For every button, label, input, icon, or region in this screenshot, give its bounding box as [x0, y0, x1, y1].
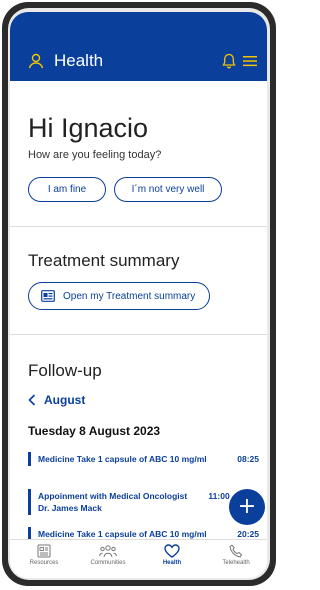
not-very-well-button[interactable]: I´m not very well: [114, 177, 222, 202]
month-label: August: [44, 393, 86, 407]
resources-icon: [37, 544, 51, 558]
divider: [10, 226, 267, 227]
tab-telehealth[interactable]: Telehealth: [204, 544, 267, 566]
event-title: Medicine Take 1 capsule of ABC 10 mg/ml: [38, 529, 207, 539]
tab-health[interactable]: Health: [140, 544, 204, 566]
heart-icon: [164, 544, 180, 558]
event-item[interactable]: Medicine Take 1 capsule of ABC 10 mg/ml …: [28, 452, 259, 466]
chevron-left-icon[interactable]: [28, 394, 36, 406]
plus-icon: +: [237, 494, 257, 519]
followup-title: Follow-up: [28, 361, 102, 380]
app-screen: Health Hi Ignacio How are you feeling to…: [10, 12, 267, 578]
tab-resources[interactable]: Resources: [12, 544, 76, 566]
main-content: Hi Ignacio How are you feeling today? I …: [10, 81, 267, 539]
divider: [10, 334, 267, 335]
tab-label: Telehealth: [222, 560, 250, 566]
event-item[interactable]: Medicine Take 1 capsule of ABC 10 mg/ml …: [28, 527, 259, 539]
app-header: Health: [10, 12, 267, 81]
user-icon[interactable]: [28, 53, 44, 69]
open-treatment-summary-button[interactable]: Open my Treatment summary: [28, 282, 210, 310]
event-time: 08:25: [237, 454, 259, 464]
add-button[interactable]: +: [229, 489, 265, 525]
tab-label: Resources: [29, 560, 59, 566]
communities-icon: [99, 545, 117, 558]
treatment-summary-title: Treatment summary: [28, 251, 180, 270]
document-icon: [41, 290, 55, 302]
greeting-title: Hi Ignacio: [28, 113, 149, 143]
tab-communities[interactable]: Communities: [76, 544, 140, 566]
phone-icon: [229, 544, 243, 558]
open-treatment-summary-label: Open my Treatment summary: [63, 290, 196, 302]
i-am-fine-button[interactable]: I am fine: [28, 177, 106, 202]
bell-icon[interactable]: [222, 53, 236, 69]
page-title: Health: [54, 51, 104, 70]
date-heading: Tuesday 8 August 2023: [28, 424, 161, 438]
menu-icon[interactable]: [243, 55, 257, 67]
event-item[interactable]: Appoinment with Medical Oncologist Dr. J…: [28, 489, 259, 515]
event-title: Medicine Take 1 capsule of ABC 10 mg/ml: [38, 454, 207, 464]
month-navigation[interactable]: August: [28, 393, 85, 407]
tab-label: Communities: [90, 560, 126, 566]
event-subtitle: Dr. James Mack: [38, 503, 102, 513]
tab-label: Health: [162, 560, 182, 566]
bottom-tab-bar: Resources Communities Health Telehealth: [10, 539, 267, 578]
greeting-subtitle: How are you feeling today?: [28, 149, 162, 161]
event-time: 20:25: [237, 529, 259, 539]
